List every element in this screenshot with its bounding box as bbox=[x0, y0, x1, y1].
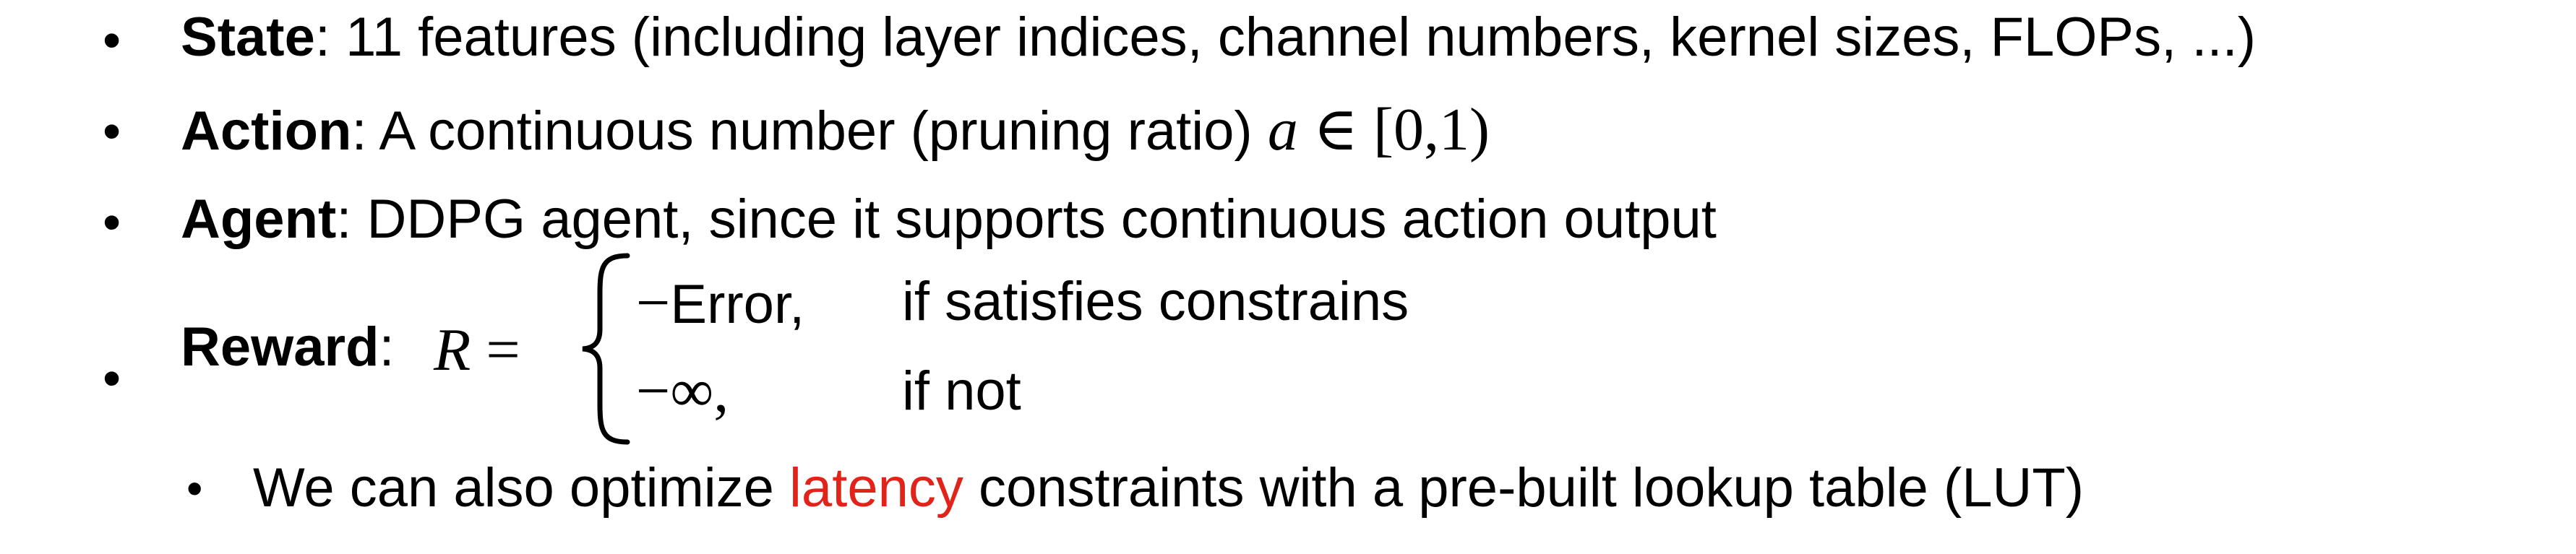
reward-lhs: R = bbox=[434, 315, 520, 385]
case-2: −∞, bbox=[636, 361, 729, 422]
bullet-action: Action: A continuous number (pruning rat… bbox=[181, 100, 1490, 160]
reward-colon: : bbox=[379, 316, 395, 378]
reward-math-eq: = bbox=[471, 316, 520, 384]
sub-bullet-dot: • bbox=[186, 462, 203, 514]
reward-math-R: R bbox=[434, 316, 471, 384]
agent-text: : DDPG agent, since it supports continuo… bbox=[336, 189, 1717, 250]
case-2-neg: − bbox=[636, 358, 671, 425]
term-action: Action bbox=[181, 100, 352, 162]
case-1-value: Error, bbox=[670, 274, 805, 335]
sub-before: We can also optimize bbox=[253, 457, 790, 519]
bullet-dot: • bbox=[103, 103, 121, 160]
bullet-dot: • bbox=[103, 12, 121, 69]
case-2-condition: if not bbox=[902, 360, 1021, 422]
action-math-var: a bbox=[1267, 96, 1298, 163]
sub-after: constraints with a pre-built lookup tabl… bbox=[963, 457, 2085, 519]
case-1: −Error, bbox=[636, 273, 804, 334]
curly-brace-icon bbox=[582, 253, 630, 445]
bullet-reward: Reward: bbox=[181, 320, 395, 375]
term-state: State bbox=[181, 7, 315, 68]
bullet-state: State: 11 features (including layer indi… bbox=[181, 10, 2256, 65]
state-text: : 11 features (including layer indices, … bbox=[314, 7, 2257, 68]
term-agent: Agent bbox=[181, 189, 337, 250]
case-1-condition: if satisfies constrains bbox=[902, 271, 1409, 332]
bullet-dot: • bbox=[103, 194, 121, 251]
latency-highlight: latency bbox=[789, 457, 963, 519]
case-2-value: ∞, bbox=[670, 358, 729, 425]
action-text: : A continuous number (pruning ratio) bbox=[351, 100, 1268, 162]
slide: • State: 11 features (including layer in… bbox=[0, 0, 2576, 554]
term-reward: Reward bbox=[181, 316, 379, 378]
case-1-neg: − bbox=[636, 269, 671, 337]
sub-bullet-latency: We can also optimize latency constraints… bbox=[253, 461, 2084, 516]
bullet-agent: Agent: DDPG agent, since it supports con… bbox=[181, 192, 1717, 247]
action-math-range: ∈ [0,1) bbox=[1297, 96, 1490, 163]
bullet-dot: • bbox=[103, 350, 121, 407]
